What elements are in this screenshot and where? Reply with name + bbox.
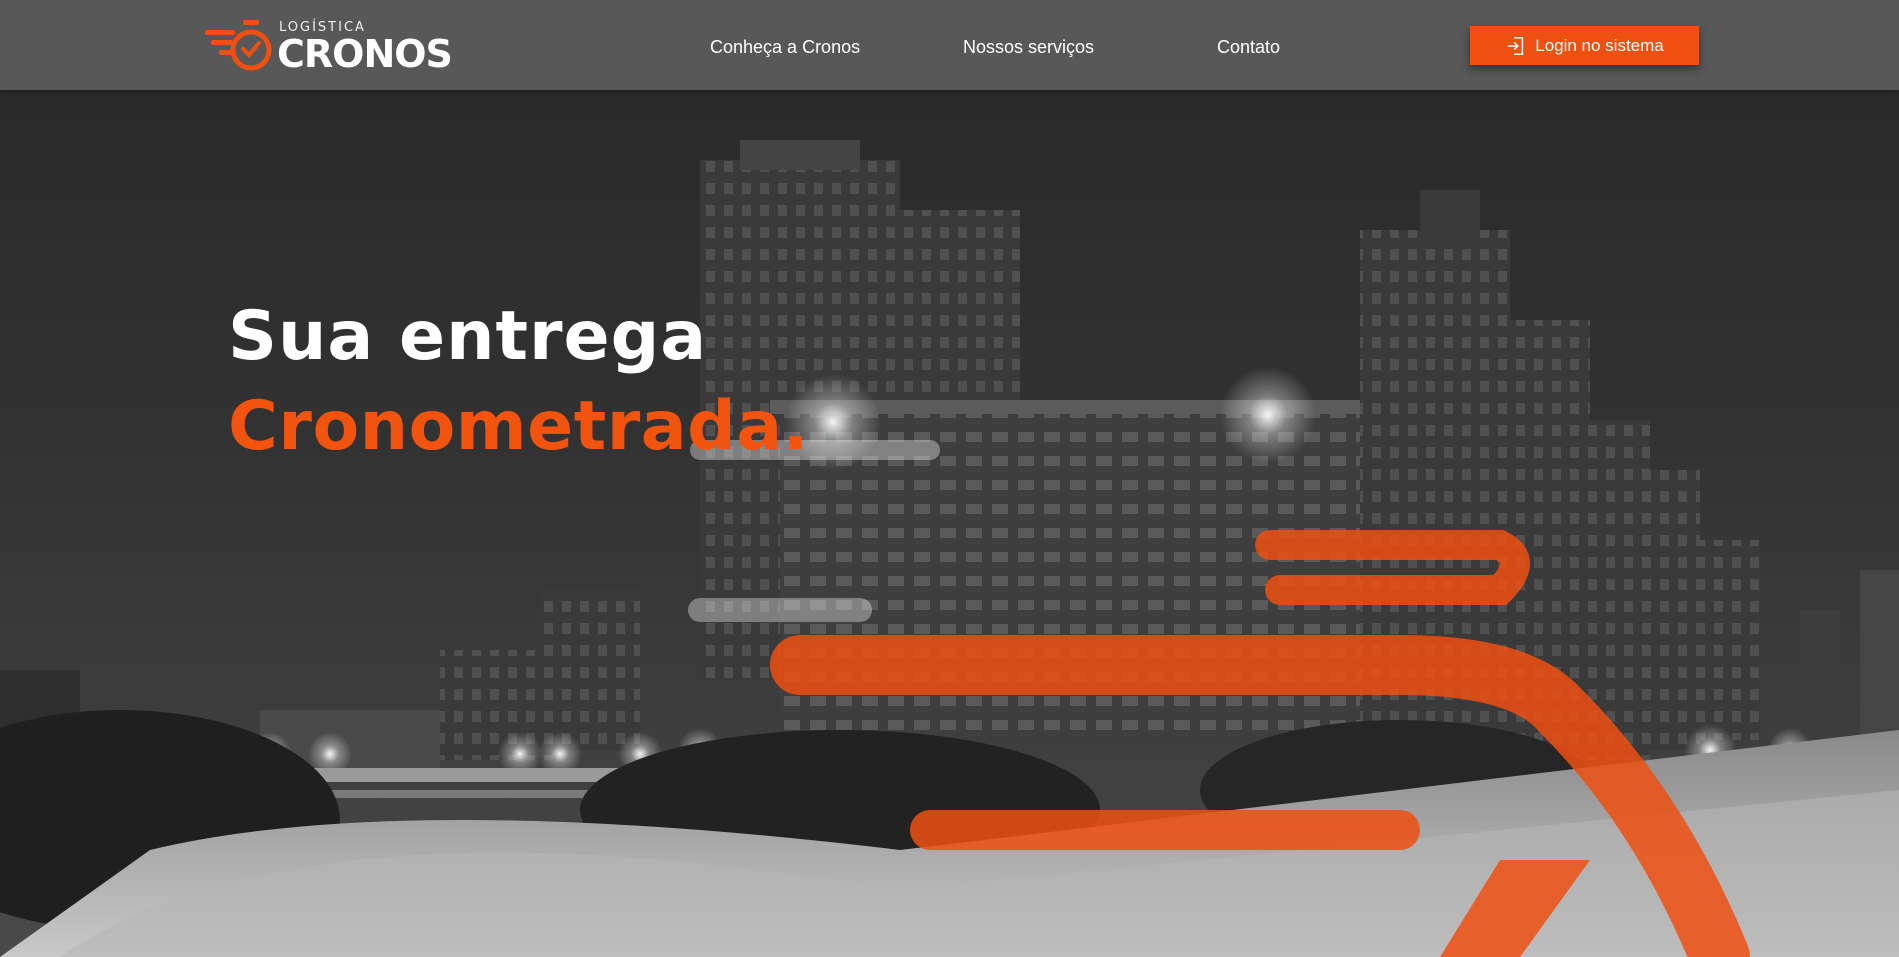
login-button[interactable]: Login no sistema bbox=[1470, 26, 1699, 65]
hero-headline: Sua entrega Cronometrada. bbox=[228, 292, 809, 472]
logo-wordmark: CRONOS bbox=[277, 32, 453, 76]
login-button-label: Login no sistema bbox=[1535, 35, 1664, 55]
stopwatch-logo-icon bbox=[205, 20, 272, 71]
nav-link-contact[interactable]: Contato bbox=[1217, 37, 1280, 58]
hero-section: Sua entrega Cronometrada. bbox=[0, 90, 1899, 957]
cronos-logo[interactable]: LOGÍSTICA CRONOS bbox=[205, 14, 453, 76]
login-icon bbox=[1507, 36, 1524, 55]
top-navbar: LOGÍSTICA CRONOS Conheça a Cronos Nossos… bbox=[0, 0, 1899, 90]
city-night-background-image bbox=[0, 140, 1899, 957]
hero-headline-line2: Cronometrada. bbox=[228, 387, 810, 466]
hero-headline-line1: Sua entrega bbox=[228, 297, 708, 376]
nav-link-services[interactable]: Nossos serviços bbox=[963, 37, 1094, 58]
nav-link-about[interactable]: Conheça a Cronos bbox=[710, 37, 860, 58]
